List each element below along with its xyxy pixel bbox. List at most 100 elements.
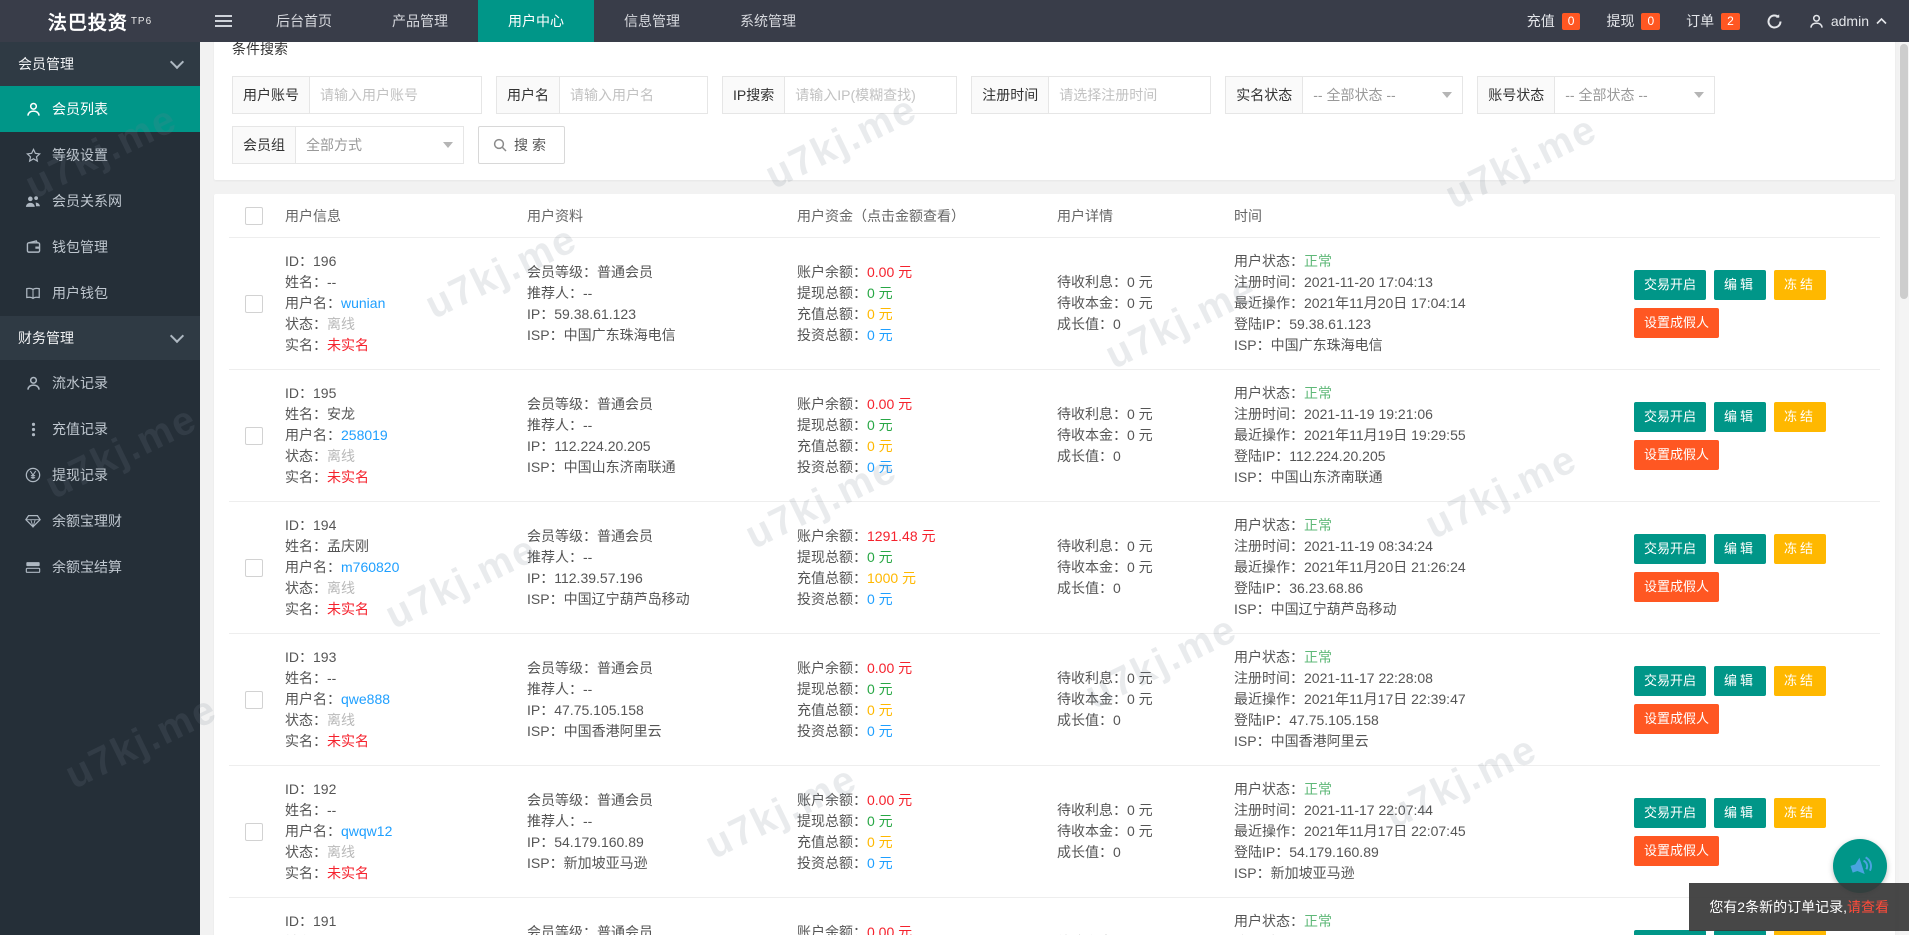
recharge-total-amount[interactable]: 1000 元: [867, 570, 916, 586]
balance-amount[interactable]: 1291.48 元: [867, 528, 936, 544]
sidebar-item-member-network[interactable]: 会员关系网: [0, 178, 200, 224]
sidebar-group-finance-management[interactable]: 财务管理: [0, 316, 200, 360]
account-status-select[interactable]: -- 全部状态 --: [1555, 76, 1716, 114]
user-menu[interactable]: admin: [1809, 13, 1887, 29]
set-fake-user-button[interactable]: 设置成假人: [1634, 835, 1720, 866]
freeze-button[interactable]: 冻结: [1774, 401, 1827, 432]
username-link[interactable]: m760820: [341, 559, 399, 575]
invest-total-amount[interactable]: 0 元: [867, 327, 893, 343]
balance-amount[interactable]: 0.00 元: [867, 264, 912, 280]
invest-total-amount[interactable]: 0 元: [867, 591, 893, 607]
member-group-select[interactable]: 全部方式: [296, 126, 464, 164]
row-checkbox[interactable]: [245, 558, 263, 577]
nav-item-system[interactable]: 系统管理: [710, 0, 826, 42]
trade-toggle-button[interactable]: 交易开启: [1634, 401, 1707, 432]
freeze-button[interactable]: 冻结: [1774, 797, 1827, 828]
balance-amount[interactable]: 0.00 元: [867, 924, 912, 935]
withdraw-total-amount[interactable]: 0 元: [867, 417, 893, 433]
username-link[interactable]: wunian: [341, 295, 385, 311]
username-link[interactable]: qwe888: [341, 691, 390, 707]
withdraw-total-amount[interactable]: 0 元: [867, 813, 893, 829]
invest-total-amount[interactable]: 0 元: [867, 459, 893, 475]
app-logo: 法巴投资 TP6: [0, 0, 200, 42]
wallet-icon: [24, 238, 42, 256]
withdraw-total-amount[interactable]: 0 元: [867, 285, 893, 301]
username-link[interactable]: 258019: [341, 427, 388, 443]
cell-user-funds: 账户余额：0.00 元 提现总额：0 元 充值总额：0 元 投资总额：0 元: [797, 922, 1057, 935]
username-link[interactable]: qwqw12: [341, 823, 392, 839]
set-fake-user-button[interactable]: 设置成假人: [1634, 571, 1720, 602]
refresh-icon[interactable]: [1766, 13, 1783, 30]
nav-item-dashboard[interactable]: 后台首页: [246, 0, 362, 42]
withdraw-total-amount[interactable]: 0 元: [867, 681, 893, 697]
sidebar-item-label: 余额宝理财: [52, 513, 122, 529]
recharge-total-amount[interactable]: 0 元: [867, 834, 893, 850]
freeze-button[interactable]: 冻结: [1774, 269, 1827, 300]
menu-toggle-icon[interactable]: [200, 0, 246, 42]
sidebar-item-flow-records[interactable]: 流水记录: [0, 360, 200, 406]
sidebar-item-level-settings[interactable]: 等级设置: [0, 132, 200, 178]
edit-button[interactable]: 编辑: [1714, 533, 1767, 564]
orders-quick-link[interactable]: 订单 2: [1686, 11, 1740, 31]
sidebar-item-recharge-records[interactable]: 充值记录: [0, 406, 200, 452]
nav-item-products[interactable]: 产品管理: [362, 0, 478, 42]
sidebar-item-yuebao-settle[interactable]: 余额宝结算: [0, 544, 200, 590]
cell-user-profile: 会员等级：普通会员 推荐人：-- IP：54.179.160.89 ISP：新加…: [527, 791, 653, 871]
orders-label: 订单: [1686, 13, 1715, 29]
withdraw-total-amount[interactable]: 0 元: [867, 549, 893, 565]
top-header: 法巴投资 TP6 后台首页 产品管理 用户中心 信息管理 系统管理 充值 0 提…: [0, 0, 1909, 42]
login-ip: 59.38.61.123: [1289, 316, 1371, 332]
row-checkbox[interactable]: [245, 690, 263, 709]
reg-time-input[interactable]: [1049, 76, 1212, 114]
account-status-filter-group: 账号状态 -- 全部状态 --: [1477, 76, 1716, 114]
login-isp: 中国山东济南联通: [1270, 469, 1383, 485]
realname-status: 未实名: [327, 733, 369, 749]
recharge-quick-link[interactable]: 充值 0: [1527, 11, 1581, 31]
recharge-total-amount[interactable]: 0 元: [867, 306, 893, 322]
sidebar-item-member-list[interactable]: 会员列表: [0, 86, 200, 132]
invest-total-amount[interactable]: 0 元: [867, 723, 893, 739]
scrollbar-thumb[interactable]: [1900, 44, 1908, 299]
edit-button[interactable]: 编辑: [1714, 797, 1767, 828]
select-all-checkbox[interactable]: [245, 206, 263, 225]
edit-button[interactable]: 编辑: [1714, 269, 1767, 300]
balance-amount[interactable]: 0.00 元: [867, 660, 912, 676]
sidebar-item-withdraw-records[interactable]: 提现记录: [0, 452, 200, 498]
realname-status-select[interactable]: -- 全部状态 --: [1303, 76, 1464, 114]
set-fake-user-button[interactable]: 设置成假人: [1634, 307, 1720, 338]
cell-user-profile: 会员等级：普通会员 推荐人：-- IP：47.75.105.158 ISP：中国…: [527, 659, 662, 739]
search-button[interactable]: 搜索: [478, 126, 565, 164]
username-input[interactable]: [560, 76, 708, 114]
cell-user-profile: 会员等级：普通会员 推荐人：-- IP：59.38.61.123 ISP：中国广…: [527, 263, 676, 343]
sidebar-item-user-wallet[interactable]: 用户钱包: [0, 270, 200, 316]
withdraw-quick-link[interactable]: 提现 0: [1606, 11, 1661, 31]
trade-toggle-button[interactable]: 交易开启: [1634, 665, 1707, 696]
freeze-button[interactable]: 冻结: [1774, 665, 1827, 696]
trade-toggle-button[interactable]: 交易开启: [1634, 797, 1707, 828]
last-operation-time: 2021年11月20日 17:04:14: [1304, 295, 1466, 311]
cell-user-info: ID：195 姓名：安龙 用户名：258019 状态：离线 实名：未实名: [285, 385, 388, 485]
edit-button[interactable]: 编辑: [1714, 665, 1767, 696]
balance-amount[interactable]: 0.00 元: [867, 396, 912, 412]
toast-view-link[interactable]: 请查看: [1847, 899, 1889, 915]
recharge-total-amount[interactable]: 0 元: [867, 438, 893, 454]
row-checkbox[interactable]: [245, 426, 263, 445]
row-checkbox[interactable]: [245, 294, 263, 313]
trade-toggle-button[interactable]: 交易开启: [1634, 533, 1707, 564]
trade-toggle-button[interactable]: 交易开启: [1634, 269, 1707, 300]
ip-search-input[interactable]: [785, 76, 958, 114]
sidebar-group-member-management[interactable]: 会员管理: [0, 42, 200, 86]
edit-button[interactable]: 编辑: [1714, 401, 1767, 432]
sidebar-item-yuebao-invest[interactable]: 余额宝理财: [0, 498, 200, 544]
recharge-total-amount[interactable]: 0 元: [867, 702, 893, 718]
freeze-button[interactable]: 冻结: [1774, 533, 1827, 564]
row-checkbox[interactable]: [245, 822, 263, 841]
nav-item-user-center[interactable]: 用户中心: [478, 0, 594, 42]
account-input[interactable]: [310, 76, 482, 114]
balance-amount[interactable]: 0.00 元: [867, 792, 912, 808]
set-fake-user-button[interactable]: 设置成假人: [1634, 439, 1720, 470]
set-fake-user-button[interactable]: 设置成假人: [1634, 703, 1720, 734]
invest-total-amount[interactable]: 0 元: [867, 855, 893, 871]
sidebar-item-wallet-management[interactable]: 钱包管理: [0, 224, 200, 270]
nav-item-info[interactable]: 信息管理: [594, 0, 710, 42]
